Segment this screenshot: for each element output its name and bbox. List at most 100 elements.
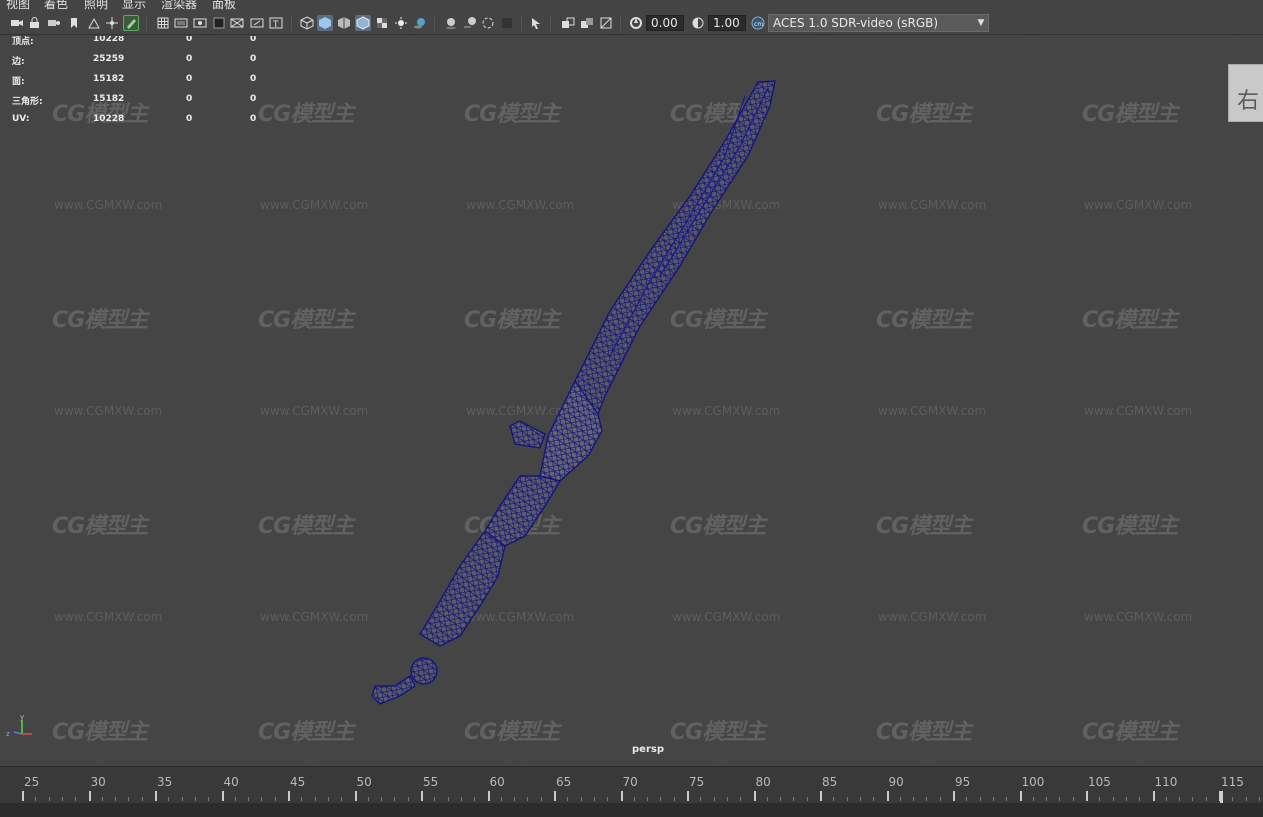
timeline-minor-tick (1032, 797, 1034, 801)
screen-space-ao-icon[interactable] (443, 15, 459, 31)
timeline-tick-label: 100 (1021, 775, 1045, 789)
grease-pencil-icon[interactable] (123, 15, 139, 31)
xray-icon[interactable] (374, 15, 390, 31)
wireframe-on-shaded-icon[interactable] (355, 15, 371, 31)
wireframe-icon[interactable] (299, 15, 315, 31)
timeline-tick-label: 90 (888, 775, 904, 789)
timeline-minor-tick (274, 797, 276, 801)
field-chart-icon[interactable] (229, 15, 245, 31)
timeline-minor-tick (194, 797, 196, 801)
view-cube[interactable]: 右 (1228, 64, 1263, 122)
timeline-minor-tick (101, 797, 103, 801)
camera-move-icon[interactable] (104, 15, 120, 31)
timeline-minor-tick (580, 797, 582, 801)
image-plane-icon[interactable] (86, 15, 102, 31)
default-lighting-icon[interactable] (393, 15, 409, 31)
safe-action-icon[interactable] (249, 15, 265, 31)
anti-aliasing-icon[interactable] (480, 15, 496, 31)
grid-icon[interactable] (155, 15, 171, 31)
menu-view[interactable]: 视图 (6, 0, 30, 10)
timeline-minor-tick (992, 797, 994, 801)
timeline-minor-tick (115, 797, 117, 801)
timeline-tick-label: 110 (1154, 775, 1178, 789)
timeline-tick-label: 80 (755, 775, 771, 789)
camera-lock-icon[interactable] (27, 15, 43, 31)
camera-attributes-icon[interactable] (46, 15, 62, 31)
backface-culling-icon[interactable] (598, 15, 614, 31)
timeline-major-tick (354, 791, 357, 801)
timeline-minor-tick (181, 797, 183, 801)
timeline-tick-label: 115 (1221, 775, 1244, 789)
axis-y-label: y (20, 713, 24, 721)
timeline-minor-tick (434, 797, 436, 801)
resolution-gate-icon[interactable] (192, 15, 208, 31)
timeline-range-bar[interactable] (0, 803, 1263, 817)
time-slider[interactable]: 25 30 35 40 45 50 55 60 65 70 75 80 85 90 95 100 105 110 1… (0, 766, 1263, 817)
menu-panels[interactable]: 面板 (212, 0, 236, 10)
timeline-major-tick (155, 791, 157, 801)
menu-show[interactable]: 显示 (122, 0, 146, 10)
isolate-select-icon[interactable] (529, 15, 545, 31)
smooth-shade-icon[interactable] (317, 15, 333, 31)
timeline-tick-label: 85 (822, 775, 838, 789)
chevron-down-icon[interactable]: ▼ (972, 14, 990, 32)
gamma-field[interactable] (708, 15, 746, 31)
timeline-minor-tick (1192, 797, 1194, 801)
timeline-minor-tick (1179, 797, 1181, 801)
timeline-tick-label: 95 (955, 775, 971, 789)
timeline-tick-label: 60 (489, 775, 505, 789)
timeline-minor-tick (261, 797, 263, 801)
timeline-major-tick (1086, 791, 1088, 801)
timeline-major-tick (753, 791, 756, 801)
gamma-icon[interactable] (690, 15, 706, 31)
menu-renderer[interactable]: 渲染器 (161, 0, 197, 10)
timeline-tick-label: 70 (622, 775, 638, 789)
timeline-minor-tick (75, 797, 77, 801)
timeline-minor-tick (1139, 797, 1141, 801)
depth-of-field-icon[interactable] (499, 15, 515, 31)
timeline-minor-tick (540, 797, 542, 801)
timeline-minor-tick (899, 797, 901, 801)
timeline-minor-tick (1165, 797, 1167, 801)
axis-gizmo: y z (6, 713, 32, 738)
safe-title-icon[interactable]: T (268, 15, 284, 31)
timeline-minor-tick (726, 797, 728, 801)
timeline-minor-tick (514, 797, 516, 801)
sword-wireframe-model[interactable] (0, 36, 1263, 766)
timeline-major-tick (620, 791, 623, 801)
timeline-minor-tick (141, 797, 143, 801)
menu-shading[interactable]: 着色 (44, 0, 68, 10)
current-time-marker[interactable] (1220, 791, 1223, 803)
timeline-major-tick (1152, 791, 1155, 801)
gate-mask-icon[interactable] (211, 15, 227, 31)
timeline-minor-tick (926, 797, 928, 801)
shadows-icon[interactable] (412, 15, 428, 31)
camera-icon[interactable] (9, 15, 25, 31)
viewport-persp[interactable]: CG模型主 CG模型主 CG模型主 CG模型主 CG模型主 CG模型主 CG模型主 CG模型主… (0, 36, 1263, 766)
xray-active-icon[interactable] (579, 15, 595, 31)
timeline-minor-tick (873, 797, 875, 801)
menu-lighting[interactable]: 照明 (84, 0, 108, 10)
motion-blur-icon[interactable] (462, 15, 478, 31)
bookmark-icon[interactable] (66, 15, 82, 31)
xray-joints-icon[interactable] (560, 15, 576, 31)
timeline-minor-tick (1006, 797, 1008, 801)
timeline-minor-tick (793, 797, 795, 801)
timeline-minor-tick (1059, 797, 1061, 801)
exposure-icon[interactable] (628, 15, 644, 31)
timeline-tick-label: 45 (290, 775, 306, 789)
timeline-minor-tick (633, 797, 635, 801)
timeline-minor-tick (846, 797, 848, 801)
exposure-field[interactable] (646, 15, 684, 31)
timeline-minor-tick (647, 797, 649, 801)
svg-text:T: T (272, 20, 279, 30)
timeline-major-tick (953, 791, 955, 801)
timeline-tick-label: 50 (356, 775, 372, 789)
color-management-icon[interactable]: cm (750, 15, 766, 31)
timeline-major-tick (487, 791, 490, 801)
color-space-select[interactable]: ACES 1.0 SDR-video (sRGB) (768, 14, 989, 32)
film-gate-icon[interactable] (173, 15, 189, 31)
shade-selected-icon[interactable] (336, 15, 352, 31)
timeline-minor-tick (341, 797, 343, 801)
timeline-minor-tick (447, 797, 449, 801)
